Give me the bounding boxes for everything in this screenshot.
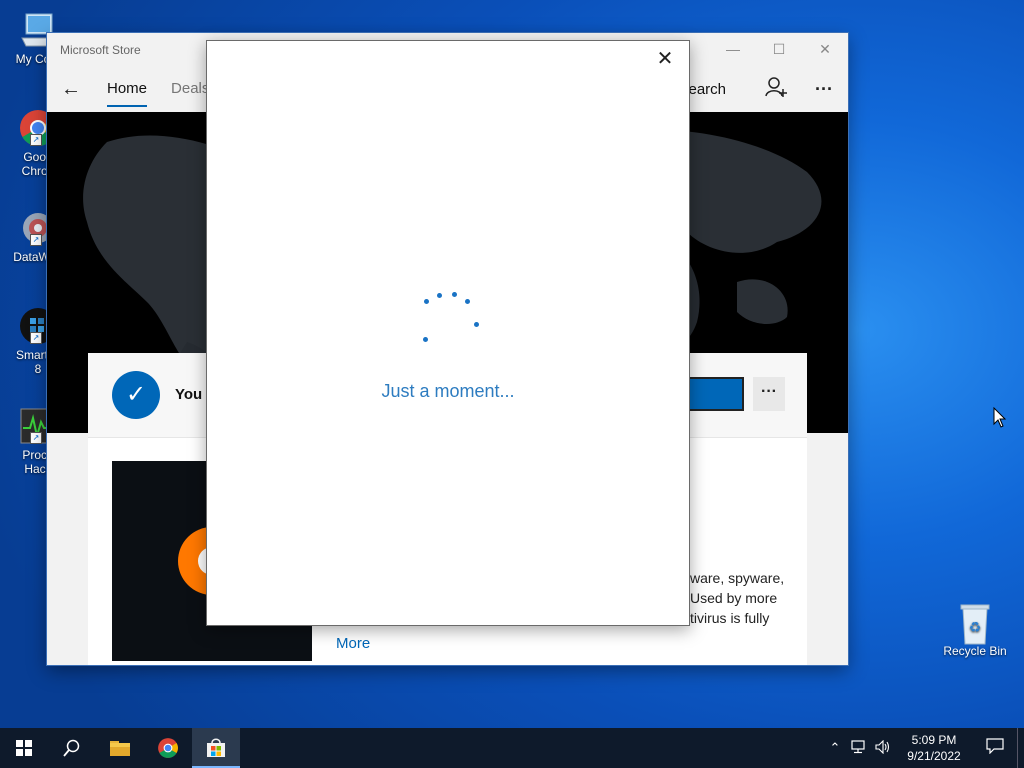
description-line: tivirus is fully (690, 610, 770, 626)
more-link[interactable]: More (336, 635, 370, 652)
svg-text:♻: ♻ (969, 619, 982, 635)
close-icon[interactable]: ✕ (653, 47, 677, 71)
search-icon[interactable] (48, 728, 96, 768)
system-tray: ⌃ 5:09 PM 9/21/2022 (823, 728, 1024, 768)
mouse-cursor-icon (993, 406, 1007, 434)
card-more-options-button[interactable]: ··· (753, 377, 785, 411)
show-desktop-button[interactable] (1017, 728, 1024, 768)
window-controls: — ☐ ✕ (710, 33, 848, 65)
file-explorer-icon[interactable] (96, 728, 144, 768)
owned-status-text: You (175, 386, 203, 403)
close-window-button[interactable]: ✕ (802, 33, 848, 65)
chrome-taskbar-icon[interactable] (144, 728, 192, 768)
more-options-icon[interactable]: ··· (800, 79, 848, 100)
maximize-button[interactable]: ☐ (756, 33, 802, 65)
shortcut-arrow-icon: ↗ (30, 432, 42, 444)
start-button[interactable] (0, 728, 48, 768)
desktop-icon-label: Recycle Bin (943, 644, 1007, 658)
loading-dialog: ✕ Just a moment... (206, 40, 690, 626)
desktop-icon-recycle-bin[interactable]: ♻ Recycle Bin (937, 602, 1013, 658)
window-title: Microsoft Store (60, 43, 141, 57)
notification-icon[interactable] (973, 737, 1017, 759)
clock-date: 9/21/2022 (907, 749, 961, 763)
recycle-bin-icon: ♻ (955, 602, 995, 645)
primary-action-button[interactable] (686, 377, 744, 411)
volume-icon[interactable] (871, 739, 895, 757)
chevron-up-icon[interactable]: ⌃ (823, 740, 847, 756)
back-arrow-icon[interactable]: ← (47, 78, 95, 101)
description-line: Used by more (690, 590, 778, 606)
microsoft-store-taskbar-icon[interactable] (192, 728, 240, 768)
shortcut-arrow-icon: ↗ (30, 134, 42, 146)
loading-spinner-icon (419, 291, 479, 351)
description-line: ware, spyware, (690, 570, 785, 586)
clock-time: 5:09 PM (911, 733, 957, 747)
shortcut-arrow-icon: ↗ (30, 234, 42, 246)
checkmark-icon: ✓ (112, 371, 160, 419)
loading-message: Just a moment... (381, 381, 515, 401)
shortcut-arrow-icon: ↗ (30, 332, 42, 344)
minimize-button[interactable]: — (710, 33, 756, 65)
account-icon[interactable] (752, 76, 800, 103)
tab-home[interactable]: Home (107, 67, 148, 111)
tab-deals[interactable]: Deals (171, 67, 209, 111)
clock[interactable]: 5:09 PM 9/21/2022 (895, 732, 973, 764)
network-icon[interactable] (847, 739, 871, 757)
taskbar: ⌃ 5:09 PM 9/21/2022 (0, 728, 1024, 768)
windows-logo-icon (16, 740, 32, 756)
